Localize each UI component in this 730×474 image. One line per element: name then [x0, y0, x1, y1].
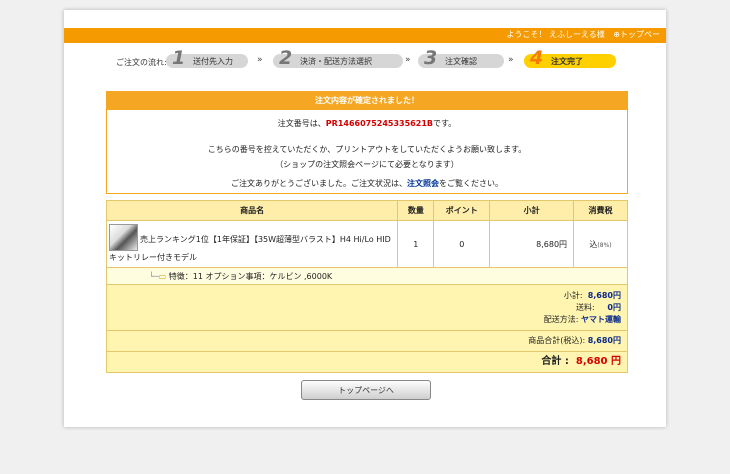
option-text: 特徴：11 オプション事項：ケルビン ,6000K — [168, 271, 333, 281]
summary-cell: 小計: 8,680円 送料: 0円 配送方法: ヤマト運輸 — [106, 284, 628, 332]
col-header-product: 商品名 — [105, 200, 399, 221]
step-3-number: 3 — [424, 47, 438, 69]
step-separator: » — [257, 55, 263, 65]
step-separator: » — [405, 55, 411, 65]
step-1-number: 1 — [172, 47, 186, 69]
folder-icon: ▭ — [158, 271, 167, 281]
product-name[interactable]: 売上ランキング1位【1年保証】【35W超薄型バラスト】H4 Hi/Lo HID … — [109, 231, 395, 267]
summary-subtotal: 小計: 8,680円 — [108, 290, 621, 302]
step-2-label: 決済・配送方法選択 — [300, 57, 372, 66]
header-bar: ようこそ！ えふしーえる様 ⊕トップペー — [64, 28, 666, 43]
product-cell: 売上ランキング1位【1年保証】【35W超薄型バラスト】H4 Hi/Lo HID … — [105, 220, 399, 268]
save-note: こちらの番号を控えていただくか、プリントアウトをしていただくようお願い致します。 — [207, 145, 527, 154]
summary-subtotal-value: 8,680円 — [587, 291, 621, 300]
summary-shipping-label: 送料: — [576, 303, 595, 312]
step-2-number: 2 — [279, 47, 293, 69]
thanks-line: ご注文ありがとうございました。ご注文状況は、注文照会をご覧ください。 — [107, 178, 627, 189]
welcome-text: ようこそ！ えふしーえる様 — [506, 30, 605, 39]
steps-label: ご注文の流れ: — [116, 58, 167, 67]
order-number-suffix: です。 — [432, 119, 457, 128]
step-3: 3 注文確認 — [418, 47, 504, 69]
step-2: 2 決済・配送方法選択 — [273, 47, 403, 69]
step-4-number: 4 — [530, 47, 544, 69]
tax-included-total-row: 商品合計(税込): 8,680円 — [107, 331, 627, 352]
grand-total-label: 合計 : — [541, 356, 569, 367]
step-4-label: 注文完了 — [551, 57, 583, 66]
thanks-prefix: ご注文ありがとうございました。ご注文状況は、 — [231, 179, 407, 188]
confirmation-box: 注文内容が確定されました！ 注文番号は、PR1466075245335621Bで… — [106, 91, 628, 194]
tax-included-total-label: 商品合計(税込): — [528, 336, 586, 345]
summary-delivery-value: ヤマト運輸 — [581, 315, 621, 324]
order-number-line: 注文番号は、PR1466075245335621Bです。 — [107, 118, 627, 129]
step-4-current: 4 注文完了 — [524, 47, 616, 69]
totals-box: 商品合計(税込): 8,680円 合計 : 8,680 円 — [106, 330, 628, 373]
step-1: 1 送付先入力 — [166, 47, 248, 69]
table-header-row: 商品名 数量 ポイント 小計 消費税 — [105, 200, 628, 221]
top-page-button[interactable]: トップページへ — [301, 380, 431, 400]
grand-total-value: 8,680 円 — [575, 356, 621, 367]
tax-cell: 込(8%) — [573, 220, 628, 268]
col-header-qty: 数量 — [397, 200, 435, 221]
top-page-link[interactable]: ⊕トップペー — [613, 30, 660, 39]
subtotal-cell: 8,680円 — [489, 220, 575, 268]
tree-connector-icon: └─ — [149, 271, 159, 281]
tax-rate: (8%) — [597, 241, 612, 249]
qty-cell: 1 — [397, 220, 435, 268]
tax-included-total-value: 8,680円 — [587, 336, 621, 345]
summary-row: 小計: 8,680円 送料: 0円 配送方法: ヤマト運輸 — [106, 284, 628, 332]
order-number: PR1466075245335621B — [325, 119, 433, 128]
top-page-link-label[interactable]: トップペー — [620, 30, 660, 39]
table-row: 売上ランキング1位【1年保証】【35W超薄型バラスト】H4 Hi/Lo HID … — [105, 220, 628, 268]
lookup-note: （ショップの注文照会ページにて必要となります） — [275, 160, 459, 169]
summary-shipping: 送料: 0円 — [108, 302, 621, 314]
option-cell: └─▭ 特徴：11 オプション事項：ケルビン ,6000K — [106, 267, 628, 285]
order-inquiry-link[interactable]: 注文照会 — [407, 179, 439, 188]
option-row: └─▭ 特徴：11 オプション事項：ケルビン ,6000K — [106, 267, 628, 285]
order-number-prefix: 注文番号は、 — [277, 119, 326, 128]
order-table: 商品名 数量 ポイント 小計 消費税 売上ランキング1位【1年保証】【35W超薄… — [105, 200, 628, 332]
grand-total-row: 合計 : 8,680 円 — [107, 352, 627, 372]
summary-shipping-value: 0円 — [607, 303, 621, 312]
summary-subtotal-label: 小計: — [563, 291, 583, 300]
step-3-label: 注文確認 — [445, 57, 477, 66]
summary-delivery-label: 配送方法: — [543, 315, 579, 324]
points-cell: 0 — [433, 220, 491, 268]
thanks-suffix: をご覧ください。 — [439, 179, 503, 188]
welcome-area: ようこそ！ えふしーえる様 ⊕トップペー — [506, 29, 660, 40]
step-1-label: 送付先入力 — [193, 57, 233, 66]
step-separator: » — [508, 55, 514, 65]
col-header-points: ポイント — [433, 200, 491, 221]
col-header-tax: 消費税 — [573, 200, 628, 221]
col-header-subtotal: 小計 — [489, 200, 575, 221]
confirmation-header: 注文内容が確定されました！ — [107, 92, 627, 110]
summary-delivery: 配送方法: ヤマト運輸 — [108, 314, 621, 326]
